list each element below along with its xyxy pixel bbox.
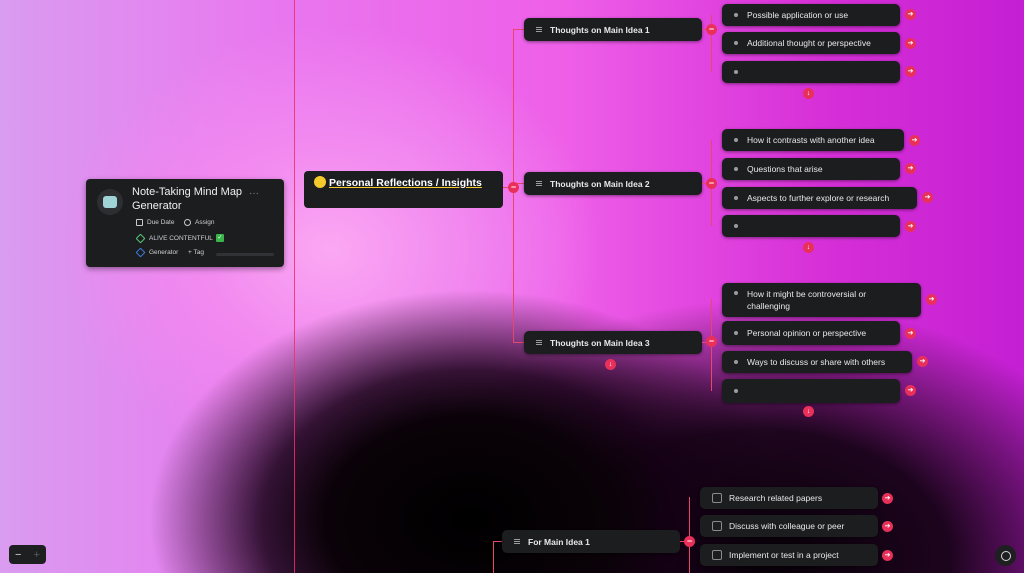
leaf-node[interactable] <box>722 215 900 237</box>
connector <box>689 497 690 573</box>
branch-node-3[interactable]: Thoughts on Main Idea 3 <box>524 331 702 354</box>
arrow-right-icon[interactable]: ➔ <box>917 356 928 367</box>
zoom-out-button[interactable]: − <box>15 549 21 561</box>
emoji-icon <box>314 176 326 188</box>
task-node[interactable]: Implement or test in a project <box>700 544 878 566</box>
calendar-icon <box>136 219 143 226</box>
arrow-right-icon[interactable]: ➔ <box>882 550 893 561</box>
arrow-right-icon[interactable]: ➔ <box>926 294 937 305</box>
leaf-node[interactable] <box>722 61 900 83</box>
list-icon <box>536 340 542 345</box>
leaf-node[interactable]: How it contrasts with another idea <box>722 129 904 151</box>
arrow-right-icon[interactable]: ➔ <box>905 385 916 396</box>
connector <box>513 29 524 30</box>
collapse-branch-3-button[interactable]: − <box>706 336 717 347</box>
chat-icon[interactable] <box>995 545 1016 566</box>
arrow-right-icon[interactable]: ➔ <box>922 192 933 203</box>
expand-down-icon[interactable]: ↓ <box>803 242 814 253</box>
checkbox[interactable] <box>712 493 722 503</box>
list-icon <box>514 539 520 544</box>
tag-icon <box>135 233 146 243</box>
leaf-node[interactable]: Additional thought or perspective <box>722 32 900 54</box>
leaf-node[interactable]: Possible application or use <box>722 4 900 26</box>
robot-avatar-icon <box>97 189 123 215</box>
arrow-right-icon[interactable]: ➔ <box>882 521 893 532</box>
leaf-node[interactable]: Questions that arise <box>722 158 900 180</box>
checkbox[interactable] <box>712 550 722 560</box>
connector <box>513 342 524 343</box>
leaf-node[interactable]: Personal opinion or perspective <box>722 321 900 345</box>
branch-node-lower[interactable]: For Main Idea 1 <box>502 530 680 553</box>
assign-button[interactable]: Assign <box>184 219 215 226</box>
collapse-lower-branch-button[interactable]: − <box>684 536 695 547</box>
expand-down-icon[interactable]: ↓ <box>605 359 616 370</box>
main-node[interactable]: Personal Reflections / Insights <box>304 171 503 208</box>
arrow-right-icon[interactable]: ➔ <box>905 163 916 174</box>
user-icon <box>184 219 191 226</box>
arrow-right-icon[interactable]: ➔ <box>905 66 916 77</box>
canvas-guide-line <box>294 0 295 573</box>
arrow-right-icon[interactable]: ➔ <box>905 38 916 49</box>
root-card[interactable]: Note-Taking Mind Map Generator ··· Due D… <box>86 179 284 267</box>
zoom-in-button[interactable]: + <box>34 549 40 561</box>
tag-generator[interactable]: Generator <box>135 247 178 258</box>
leaf-node[interactable]: Ways to discuss or share with others <box>722 351 912 373</box>
zoom-control[interactable]: − + <box>9 545 46 564</box>
list-icon <box>536 27 542 32</box>
checkbox[interactable] <box>712 521 722 531</box>
task-node[interactable]: Research related papers <box>700 487 878 509</box>
arrow-right-icon[interactable]: ➔ <box>905 221 916 232</box>
list-icon <box>536 181 542 186</box>
branch-node-1[interactable]: Thoughts on Main Idea 1 <box>524 18 702 41</box>
more-options-icon[interactable]: ··· <box>249 188 259 199</box>
check-mark-icon: ✓ <box>215 234 224 242</box>
collapse-branch-1-button[interactable]: − <box>706 24 717 35</box>
tag-alive-contentful[interactable]: ALIVE CONTENTFUL ✓ <box>135 233 224 243</box>
leaf-node[interactable]: Aspects to further explore or research <box>722 187 917 209</box>
card-title[interactable]: Note-Taking Mind Map Generator <box>132 185 252 213</box>
arrow-right-icon[interactable]: ➔ <box>905 328 916 339</box>
arrow-right-icon[interactable]: ➔ <box>882 493 893 504</box>
connector <box>493 541 494 573</box>
branch-node-2[interactable]: Thoughts on Main Idea 2 <box>524 172 702 195</box>
leaf-node[interactable]: How it might be controversial or challen… <box>722 283 921 317</box>
expand-down-icon[interactable]: ↓ <box>803 88 814 99</box>
arrow-right-icon[interactable]: ➔ <box>909 135 920 146</box>
task-node[interactable]: Discuss with colleague or peer <box>700 515 878 537</box>
collapse-branch-2-button[interactable]: − <box>706 178 717 189</box>
arrow-right-icon[interactable]: ➔ <box>905 9 916 20</box>
due-date-button[interactable]: Due Date <box>136 219 174 226</box>
tag-icon <box>135 247 146 258</box>
add-tag-button[interactable]: + Tag <box>188 249 204 256</box>
progress-bar <box>216 253 274 256</box>
collapse-main-button[interactable]: − <box>508 182 519 193</box>
expand-down-icon[interactable]: ↓ <box>803 406 814 417</box>
connector <box>493 541 502 542</box>
leaf-node[interactable] <box>722 379 900 403</box>
